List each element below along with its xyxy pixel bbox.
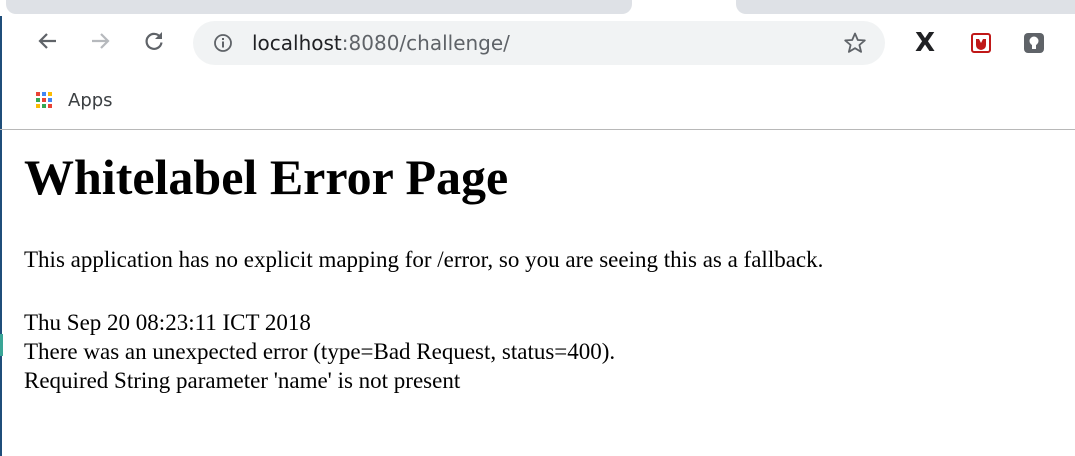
browser-tab[interactable] bbox=[736, 0, 1075, 14]
apps-shortcut[interactable]: Apps bbox=[36, 88, 113, 112]
arrow-left-icon bbox=[38, 33, 56, 49]
forward-button[interactable] bbox=[83, 24, 117, 58]
apps-label: Apps bbox=[68, 89, 113, 111]
arrow-right-icon bbox=[92, 33, 110, 49]
apps-dot bbox=[36, 92, 40, 96]
apps-dot bbox=[36, 98, 40, 102]
page-title: Whitelabel Error Page bbox=[24, 149, 509, 205]
error-timestamp: Thu Sep 20 08:23:11 ICT 2018 bbox=[24, 310, 311, 335]
apps-grid-icon bbox=[36, 92, 52, 108]
browser-toolbar: localhost:8080/challenge/ X bbox=[0, 18, 1075, 74]
reload-button[interactable] bbox=[137, 24, 171, 58]
apps-dot bbox=[42, 98, 46, 102]
reload-icon bbox=[145, 32, 163, 50]
tab-strip bbox=[0, 0, 1075, 16]
url-text[interactable]: localhost:8080/challenge/ bbox=[252, 21, 510, 65]
shield-icon bbox=[971, 33, 991, 53]
back-button[interactable] bbox=[31, 24, 65, 58]
lightbulb-extension-icon[interactable] bbox=[1019, 28, 1049, 58]
url-path: :8080/challenge/ bbox=[341, 31, 510, 55]
apps-dot bbox=[42, 92, 46, 96]
window-left-accent bbox=[0, 334, 3, 356]
apps-dot bbox=[48, 92, 52, 96]
error-detail: Required String parameter 'name' is not … bbox=[24, 368, 461, 393]
fallback-message: This application has no explicit mapping… bbox=[24, 247, 824, 272]
mcafee-extension-icon[interactable] bbox=[966, 28, 996, 58]
url-host: localhost bbox=[252, 31, 342, 55]
star-icon[interactable] bbox=[843, 31, 867, 55]
apps-dot bbox=[48, 104, 52, 108]
apps-dot bbox=[42, 104, 46, 108]
x-extension-icon[interactable]: X bbox=[910, 28, 940, 58]
error-type-status: There was an unexpected error (type=Bad … bbox=[24, 339, 616, 364]
apps-dot bbox=[36, 104, 40, 108]
info-icon[interactable] bbox=[213, 33, 233, 53]
browser-tab[interactable] bbox=[6, 0, 632, 14]
apps-dot bbox=[48, 98, 52, 102]
error-details: Thu Sep 20 08:23:11 ICT 2018 There was a… bbox=[24, 308, 615, 395]
toolbar-divider bbox=[0, 129, 1075, 130]
bookmarks-bar: Apps bbox=[0, 80, 1075, 120]
address-bar[interactable]: localhost:8080/challenge/ bbox=[193, 21, 885, 65]
lightbulb-icon bbox=[1024, 33, 1044, 53]
